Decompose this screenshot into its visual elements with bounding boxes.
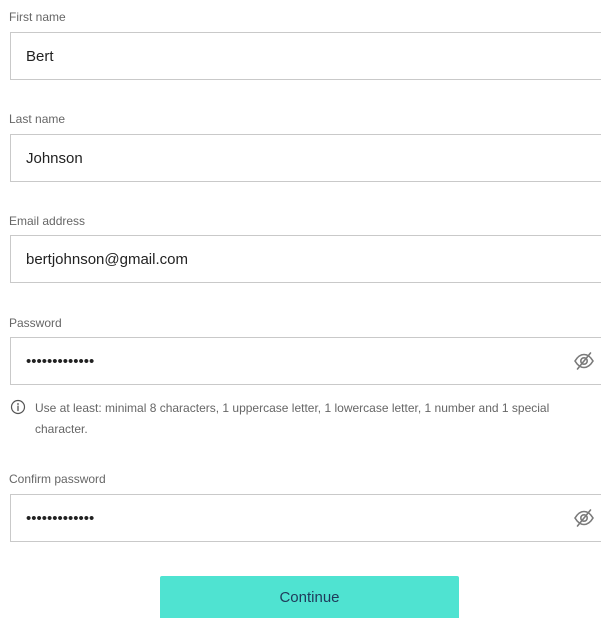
email-input[interactable] [26, 236, 546, 282]
last-name-input[interactable] [26, 135, 546, 181]
confirm-password-field[interactable] [10, 494, 601, 542]
email-label: Email address [9, 214, 86, 228]
first-name-label: First name [9, 10, 66, 24]
password-input[interactable] [26, 338, 546, 384]
last-name-label: Last name [9, 112, 66, 126]
eye-slash-icon[interactable] [573, 508, 595, 528]
first-name-field[interactable] [10, 32, 601, 80]
password-label: Password [9, 316, 62, 330]
first-name-input[interactable] [26, 33, 546, 79]
signup-form: First name Last name Email address Passw… [0, 0, 601, 618]
password-hint-text: Use at least: minimal 8 characters, 1 up… [35, 401, 550, 436]
email-field[interactable] [10, 235, 601, 283]
info-icon [10, 399, 26, 415]
password-field[interactable] [10, 337, 601, 385]
last-name-field[interactable] [10, 134, 601, 182]
eye-slash-icon[interactable] [573, 351, 595, 371]
continue-button[interactable]: Continue [160, 576, 459, 618]
confirm-password-label: Confirm password [9, 472, 106, 486]
confirm-password-input[interactable] [26, 495, 546, 541]
